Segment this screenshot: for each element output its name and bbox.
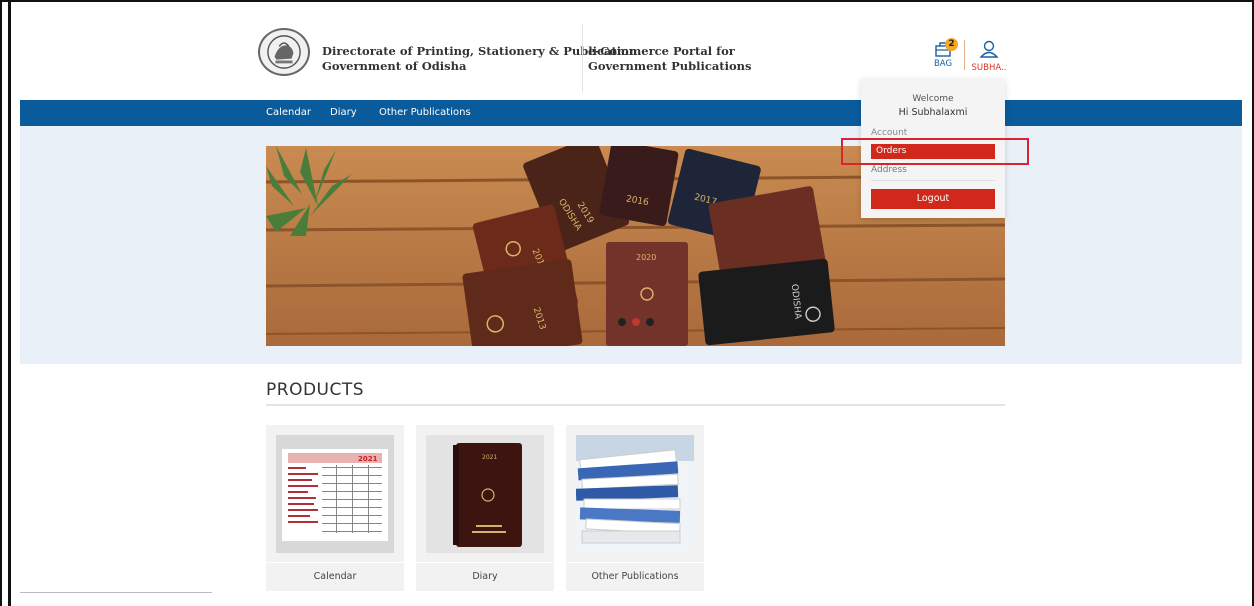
menu-item-account[interactable]: Account [871, 128, 907, 138]
product-label-calendar[interactable]: Calendar [266, 562, 404, 591]
user-greeting: Hi Subhalaxmi [898, 107, 968, 118]
menu-divider [871, 180, 995, 181]
carousel-indicators [618, 318, 654, 326]
calendar-year-label: 2021 [358, 455, 378, 463]
nav-item-diary[interactable]: Diary [330, 107, 357, 118]
footer-divider [20, 592, 212, 593]
user-name-label: SUBHA.. [971, 63, 1007, 73]
orders-highlight-box [841, 138, 1029, 165]
header-divider [582, 24, 583, 92]
user-account-button[interactable]: SUBHA.. [970, 40, 1008, 73]
nav-item-other-publications[interactable]: Other Publications [379, 107, 471, 118]
calendar-product-image: 2021 [276, 435, 394, 553]
header-icon-divider [964, 40, 965, 70]
portal-name: e-Commerce Portal for Government Publica… [588, 44, 752, 74]
odisha-emblem-logo[interactable] [258, 28, 310, 76]
carousel-dot[interactable] [618, 318, 626, 326]
product-label-other-publications[interactable]: Other Publications [566, 562, 704, 591]
product-card-other-publications[interactable]: Other Publications [566, 425, 704, 591]
bag-label: BAG [933, 59, 953, 69]
nav-item-calendar[interactable]: Calendar [266, 107, 311, 118]
logout-button[interactable]: Logout [871, 189, 995, 209]
welcome-text: Welcome [912, 94, 954, 104]
portal-line-1: e-Commerce Portal for [588, 44, 735, 58]
diary-cover-label: 2020 [636, 253, 656, 262]
diary-product-image: 2021 [426, 435, 544, 553]
portal-line-2: Government Publications [588, 59, 752, 73]
products-heading-underline [266, 404, 1005, 406]
carousel-dot[interactable] [646, 318, 654, 326]
menu-item-address[interactable]: Address [871, 165, 907, 175]
products-heading: PRODUCTS [266, 380, 365, 400]
product-card-diary[interactable]: 2021 Diary [416, 425, 554, 591]
window-left-edge [8, 0, 11, 606]
bag-count-badge: 2 [945, 38, 958, 51]
main-navigation: Calendar Diary Other Publications [20, 100, 1242, 126]
other-publications-product-image [576, 435, 694, 553]
user-icon [979, 40, 999, 58]
carousel-dot-active[interactable] [632, 318, 640, 326]
product-label-diary[interactable]: Diary [416, 562, 554, 591]
product-card-calendar[interactable]: 2021 Calendar [266, 425, 404, 591]
diary-year-label: 2021 [482, 454, 497, 461]
